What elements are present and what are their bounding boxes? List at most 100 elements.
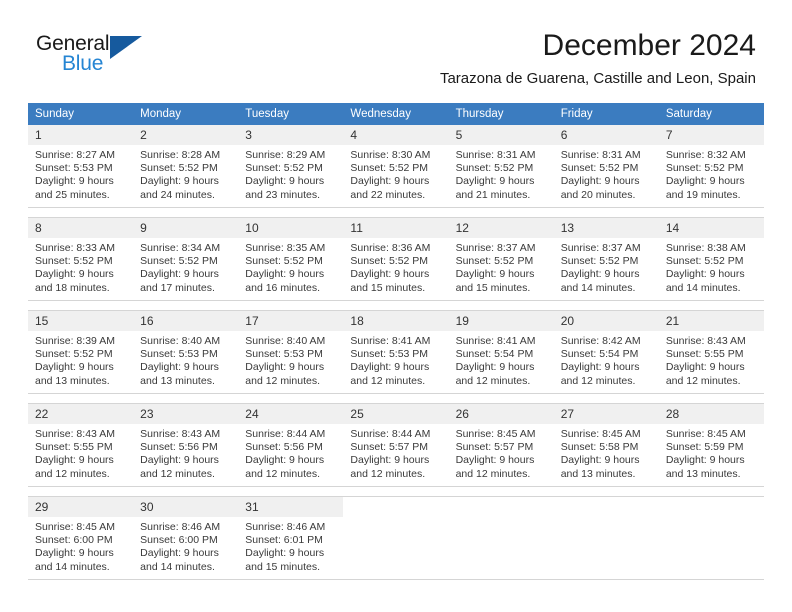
daylight-duration-line2: and 23 minutes.: [245, 188, 320, 201]
sunrise-time: Sunrise: 8:38 AM: [665, 242, 746, 254]
sunrise-time: Sunrise: 8:31 AM: [455, 149, 536, 161]
day-number: 21: [658, 311, 764, 331]
calendar-day-cell[interactable]: 13 Sunrise: 8:37 AM Sunset: 5:52 PM Dayligh…: [553, 217, 659, 301]
week-spacer-row: [28, 300, 764, 311]
calendar-day-cell[interactable]: 22 Sunrise: 8:43 AM Sunset: 5:55 PM Dayligh…: [28, 403, 134, 487]
day-details: Sunrise: 8:34 AM Sunset: 5:52 PM Daylight:…: [133, 238, 238, 299]
sunset-time: Sunset: 5:52 PM: [665, 255, 744, 268]
calendar-day-cell[interactable]: 26 Sunrise: 8:45 AM Sunset: 5:57 PM Dayligh…: [448, 403, 554, 487]
sunset-time: Sunset: 5:52 PM: [350, 162, 429, 175]
calendar-day-cell[interactable]: 9 Sunrise: 8:34 AM Sunset: 5:52 PM Daylight…: [133, 217, 239, 301]
calendar-empty-cell: [658, 496, 764, 580]
sunrise-time: Sunrise: 8:36 AM: [350, 242, 431, 254]
sunrise-time: Sunrise: 8:43 AM: [665, 335, 746, 347]
calendar-day-cell[interactable]: 30 Sunrise: 8:46 AM Sunset: 6:00 PM Dayligh…: [133, 496, 239, 580]
calendar-day-cell[interactable]: 6 Sunrise: 8:31 AM Sunset: 5:52 PM Daylight…: [553, 125, 659, 208]
calendar-day-cell[interactable]: 29 Sunrise: 8:45 AM Sunset: 6:00 PM Dayligh…: [28, 496, 134, 580]
sunset-time: Sunset: 5:52 PM: [35, 255, 113, 268]
calendar-day-cell[interactable]: 3 Sunrise: 8:29 AM Sunset: 5:52 PM Daylight…: [238, 125, 344, 208]
calendar-day-cell[interactable]: 25 Sunrise: 8:44 AM Sunset: 5:57 PM Dayligh…: [343, 403, 449, 487]
sunrise-time: Sunrise: 8:31 AM: [560, 149, 641, 161]
sunset-time: Sunset: 5:52 PM: [560, 255, 639, 268]
day-number: 31: [238, 497, 344, 517]
daylight-duration-line2: and 13 minutes.: [35, 374, 110, 387]
calendar-day-cell[interactable]: 10 Sunrise: 8:35 AM Sunset: 5:52 PM Dayligh…: [238, 217, 344, 301]
sunrise-time: Sunrise: 8:33 AM: [35, 242, 115, 254]
sunrise-time: Sunrise: 8:44 AM: [245, 428, 326, 440]
sunset-time: Sunset: 5:57 PM: [350, 441, 429, 454]
calendar-day-cell[interactable]: 15 Sunrise: 8:39 AM Sunset: 5:52 PM Dayligh…: [28, 310, 134, 394]
daylight-duration-line1: Daylight: 9 hours: [350, 175, 430, 188]
calendar-day-cell[interactable]: 8 Sunrise: 8:33 AM Sunset: 5:52 PM Daylight…: [28, 217, 134, 301]
daylight-duration-line1: Daylight: 9 hours: [455, 268, 535, 281]
sunrise-time: Sunrise: 8:28 AM: [140, 149, 221, 161]
sunset-time: Sunset: 5:53 PM: [245, 348, 323, 361]
day-details: Sunrise: 8:28 AM Sunset: 5:52 PM Daylight:…: [133, 145, 238, 206]
daylight-duration-line1: Daylight: 9 hours: [245, 175, 325, 188]
daylight-duration-line1: Daylight: 9 hours: [35, 547, 114, 560]
calendar-day-cell[interactable]: 18 Sunrise: 8:41 AM Sunset: 5:53 PM Dayligh…: [343, 310, 449, 394]
day-number: 16: [133, 311, 239, 331]
calendar-day-cell[interactable]: 14 Sunrise: 8:38 AM Sunset: 5:52 PM Dayligh…: [658, 217, 764, 301]
calendar-empty-cell: [343, 496, 449, 580]
day-number: 17: [238, 311, 344, 331]
day-details: Sunrise: 8:37 AM Sunset: 5:52 PM Daylight:…: [554, 238, 659, 299]
daylight-duration-line1: Daylight: 9 hours: [455, 454, 535, 467]
calendar-day-cell[interactable]: 1 Sunrise: 8:27 AM Sunset: 5:53 PM Daylight…: [28, 125, 134, 208]
sunset-time: Sunset: 5:58 PM: [560, 441, 639, 454]
day-details: Sunrise: 8:38 AM Sunset: 5:52 PM Daylight:…: [659, 238, 764, 299]
day-details: Sunrise: 8:27 AM Sunset: 5:53 PM Daylight:…: [28, 145, 133, 206]
calendar-day-cell[interactable]: 23 Sunrise: 8:43 AM Sunset: 5:56 PM Dayligh…: [133, 403, 239, 487]
daylight-duration-line1: Daylight: 9 hours: [245, 547, 325, 560]
calendar-day-cell[interactable]: 24 Sunrise: 8:44 AM Sunset: 5:56 PM Dayligh…: [238, 403, 344, 487]
daylight-duration-line2: and 20 minutes.: [560, 188, 636, 201]
day-details: Sunrise: 8:29 AM Sunset: 5:52 PM Daylight:…: [238, 145, 343, 206]
calendar-day-cell[interactable]: 2 Sunrise: 8:28 AM Sunset: 5:52 PM Daylight…: [133, 125, 239, 208]
sunrise-time: Sunrise: 8:45 AM: [560, 428, 641, 440]
calendar-week-row: 8 Sunrise: 8:33 AM Sunset: 5:52 PM Daylight…: [28, 217, 764, 301]
weekday-header-wednesday: Wednesday: [343, 103, 449, 125]
day-number: 26: [448, 404, 554, 424]
calendar-day-cell[interactable]: 31 Sunrise: 8:46 AM Sunset: 6:01 PM Dayligh…: [238, 496, 344, 580]
sunset-time: Sunset: 5:52 PM: [245, 162, 323, 175]
week-spacer-cell: [28, 300, 764, 311]
calendar-day-cell[interactable]: 19 Sunrise: 8:41 AM Sunset: 5:54 PM Dayligh…: [448, 310, 554, 394]
general-blue-logo[interactable]: General Blue: [36, 33, 156, 81]
calendar-day-cell[interactable]: 27 Sunrise: 8:45 AM Sunset: 5:58 PM Dayligh…: [553, 403, 659, 487]
calendar-day-cell[interactable]: 28 Sunrise: 8:45 AM Sunset: 5:59 PM Dayligh…: [658, 403, 764, 487]
calendar-day-cell[interactable]: 5 Sunrise: 8:31 AM Sunset: 5:52 PM Daylight…: [448, 125, 554, 208]
daylight-duration-line2: and 18 minutes.: [35, 281, 110, 294]
day-details: Sunrise: 8:40 AM Sunset: 5:53 PM Daylight:…: [238, 331, 343, 392]
weekday-header-sunday: Sunday: [28, 103, 134, 125]
calendar-day-cell[interactable]: 12 Sunrise: 8:37 AM Sunset: 5:52 PM Dayligh…: [448, 217, 554, 301]
day-number: 14: [658, 218, 764, 238]
calendar-day-cell[interactable]: 4 Sunrise: 8:30 AM Sunset: 5:52 PM Daylight…: [343, 125, 449, 208]
daylight-duration-line1: Daylight: 9 hours: [245, 361, 325, 374]
sunrise-time: Sunrise: 8:46 AM: [245, 521, 326, 533]
day-details: Sunrise: 8:33 AM Sunset: 5:52 PM Daylight:…: [28, 238, 133, 299]
sunrise-sunset-calendar-table: Sunday Monday Tuesday Wednesday Thursday…: [28, 103, 764, 580]
calendar-day-cell[interactable]: 11 Sunrise: 8:36 AM Sunset: 5:52 PM Dayligh…: [343, 217, 449, 301]
sunset-time: Sunset: 5:53 PM: [350, 348, 429, 361]
daylight-duration-line1: Daylight: 9 hours: [35, 361, 114, 374]
day-details: Sunrise: 8:46 AM Sunset: 6:01 PM Daylight:…: [238, 517, 343, 578]
day-number: 6: [553, 125, 659, 145]
sunset-time: Sunset: 5:52 PM: [455, 162, 534, 175]
day-number: 22: [28, 404, 134, 424]
calendar-day-cell[interactable]: 16 Sunrise: 8:40 AM Sunset: 5:53 PM Dayligh…: [133, 310, 239, 394]
calendar-day-cell[interactable]: 20 Sunrise: 8:42 AM Sunset: 5:54 PM Dayligh…: [553, 310, 659, 394]
day-number: 12: [448, 218, 554, 238]
day-number: 20: [553, 311, 659, 331]
day-details: Sunrise: 8:39 AM Sunset: 5:52 PM Daylight:…: [28, 331, 133, 392]
calendar-day-cell[interactable]: 7 Sunrise: 8:32 AM Sunset: 5:52 PM Daylight…: [658, 125, 764, 208]
calendar-day-cell[interactable]: 21 Sunrise: 8:43 AM Sunset: 5:55 PM Dayligh…: [658, 310, 764, 394]
sunrise-time: Sunrise: 8:35 AM: [245, 242, 326, 254]
day-number: 11: [343, 218, 449, 238]
sunset-time: Sunset: 5:52 PM: [350, 255, 429, 268]
calendar-day-cell[interactable]: 17 Sunrise: 8:40 AM Sunset: 5:53 PM Dayligh…: [238, 310, 344, 394]
daylight-duration-line1: Daylight: 9 hours: [350, 454, 430, 467]
day-details: [659, 517, 764, 525]
day-number: 3: [238, 125, 344, 145]
day-number: 8: [28, 218, 134, 238]
daylight-duration-line2: and 21 minutes.: [455, 188, 531, 201]
